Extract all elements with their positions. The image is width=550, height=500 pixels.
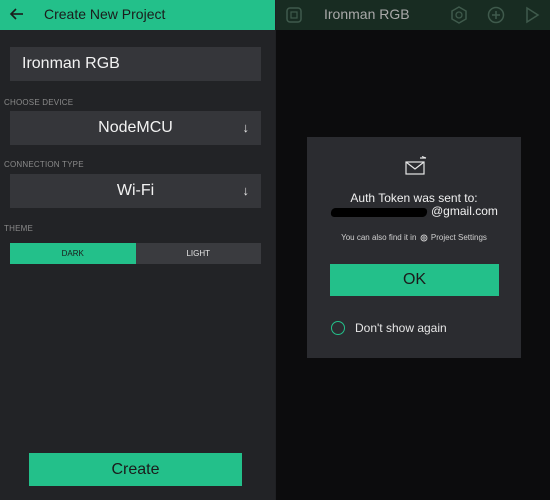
top-bar: Create New Project	[0, 0, 275, 30]
dont-show-label: Don't show again	[355, 321, 447, 335]
theme-dark-button[interactable]: DARK	[10, 243, 136, 264]
create-project-screen: Create New Project Ironman RGB CHOOSE DE…	[0, 0, 275, 500]
connection-select[interactable]: Wi-Fi ↓	[10, 174, 261, 208]
chevron-down-icon: ↓	[242, 120, 250, 135]
theme-label: THEME	[4, 224, 33, 233]
play-triangle-icon[interactable]	[522, 5, 542, 25]
mail-icon	[405, 156, 427, 175]
back-arrow-icon[interactable]	[8, 5, 26, 23]
find-in-settings-note: You can also find it in Project Settings	[307, 233, 521, 242]
auth-token-dialog: Auth Token was sent to: @gmail.com You c…	[307, 137, 521, 358]
email-address: @gmail.com	[327, 204, 507, 220]
project-name-input[interactable]: Ironman RGB	[10, 47, 261, 81]
device-select-value: NodeMCU	[98, 119, 173, 136]
ok-button[interactable]: OK	[330, 264, 499, 296]
auth-token-sent-label: Auth Token was sent to:	[350, 191, 478, 205]
chevron-down-icon: ↓	[242, 183, 250, 198]
top-bar: Ironman RGB	[276, 0, 550, 30]
choose-device-label: CHOOSE DEVICE	[4, 98, 74, 107]
create-button[interactable]: Create	[29, 453, 242, 486]
device-box-icon[interactable]	[284, 5, 304, 25]
theme-toggle: DARK LIGHT	[10, 243, 261, 264]
gear-icon	[420, 234, 428, 242]
email-domain: @gmail.com	[431, 204, 498, 218]
dont-show-radio[interactable]	[331, 321, 345, 335]
plus-circle-icon[interactable]	[486, 5, 506, 25]
theme-light-button[interactable]: LIGHT	[135, 243, 261, 264]
device-select[interactable]: NodeMCU ↓	[10, 111, 261, 145]
hexagon-settings-icon[interactable]	[449, 5, 469, 25]
dont-show-again-option[interactable]: Don't show again	[331, 320, 447, 336]
connection-select-value: Wi-Fi	[116, 182, 155, 199]
project-title: Ironman RGB	[324, 6, 410, 22]
connection-type-label: CONNECTION TYPE	[4, 160, 84, 169]
redaction-mark	[330, 208, 428, 217]
find-note-prefix: You can also find it in	[341, 233, 417, 242]
find-note-suffix: Project Settings	[430, 233, 487, 242]
page-title: Create New Project	[44, 6, 166, 22]
